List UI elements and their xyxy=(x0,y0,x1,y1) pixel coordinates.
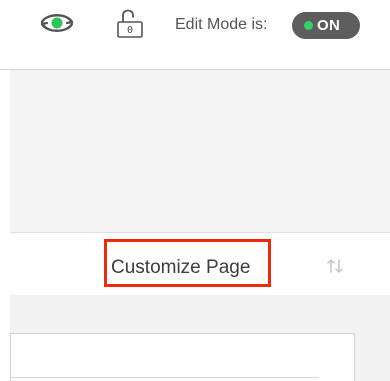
edit-mode-label: Edit Mode is: xyxy=(175,16,268,33)
eye-refresh-icon[interactable] xyxy=(38,9,76,37)
sort-up-down-icon[interactable] xyxy=(325,256,345,276)
customize-page-button[interactable]: Customize Page xyxy=(111,256,250,280)
status-dot-icon xyxy=(304,21,313,30)
page-header-panel xyxy=(10,70,390,233)
edit-mode-state: ON xyxy=(317,17,341,34)
lock-count: 0 xyxy=(126,25,134,36)
content-card xyxy=(10,333,355,381)
top-toolbar: 0 Edit Mode is: ON xyxy=(0,0,390,70)
edit-mode-toggle[interactable]: ON xyxy=(292,12,360,39)
divider xyxy=(10,377,319,378)
